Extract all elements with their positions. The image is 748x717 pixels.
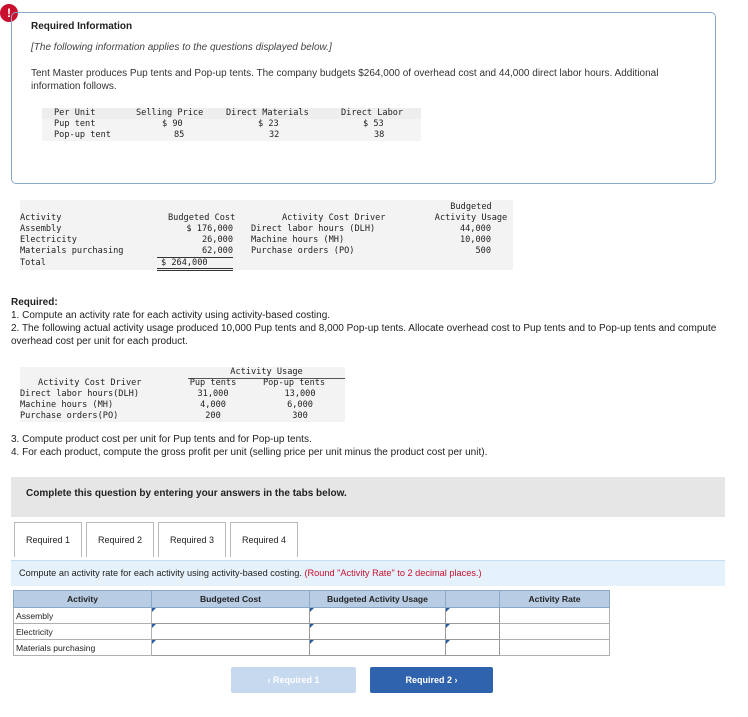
assembly-divider-cell [445,607,500,624]
electricity-activity-rate-output [499,623,610,640]
pup-tents-header: Pup tents [189,378,237,388]
table-row: Assembly [13,607,610,624]
budgeted-cost-column-header: Budgeted Cost [151,590,310,608]
next-required-2-button[interactable]: Required 2 › [370,667,493,693]
activity-column-header: Activity [13,590,152,608]
activity-header: Activity [20,213,62,223]
required-item-2: 2. The following actual activity usage p… [11,323,717,347]
per-unit-header: Per Unit [54,108,96,118]
required-item-1: 1. Compute an activity rate for each act… [11,310,331,321]
complete-question-text: Complete this question by entering your … [26,488,347,499]
table-cell: 62,000 [157,246,233,258]
activity-cost-table: Budgeted Activity Budgeted Cost Activity… [20,200,513,271]
activity-rate-column-header: Activity Rate [499,590,610,608]
table-cell: Pop-up tent [54,130,111,140]
required-heading: Required: [11,297,58,308]
divider-column [445,590,500,608]
direct-materials-header: Direct Materials [226,108,309,118]
pop-up-tents-header: Pop-up tents [263,378,326,388]
table-cell: 31,000 [197,389,229,399]
table-cell: 300 [292,411,308,421]
table-cell: Machine hours (MH) [251,235,345,245]
table-cell: Pup tent [54,119,96,129]
table-row: Electricity [13,623,610,640]
materials-purchasing-activity-rate-output [499,639,610,656]
table-cell: 500 [475,246,491,256]
table-cell: 200 [205,411,221,421]
table-cell: 44,000 [459,224,491,234]
activity-rate-answer-table: Activity Budgeted Cost Budgeted Activity… [13,590,610,656]
table-cell: 26,000 [201,235,233,245]
electricity-divider-cell [445,623,500,640]
activity-cost-driver-header: Activity Cost Driver [38,378,142,388]
direct-labor-header: Direct Labor [341,108,404,118]
assembly-activity-usage-input[interactable] [309,607,446,624]
table-cell: 38 [374,130,385,140]
table-cell: $ 90 [162,119,183,129]
materials-purchasing-divider-cell [445,639,500,656]
materials-purchasing-activity-usage-input[interactable] [309,639,446,656]
table-cell: Direct labor hours(DLH) [20,389,139,399]
activity-label-materials-purchasing: Materials purchasing [13,639,152,656]
activity-usage-table: Activity Usage Activity Cost Driver Pup … [20,367,345,422]
table-cell: Direct labor hours (DLH) [251,224,376,234]
budgeted-cost-header: Budgeted Cost [168,213,236,223]
table-cell: 32 [269,130,280,140]
table-cell: 13,000 [284,389,316,399]
table-cell: $ 176,000 [186,224,233,234]
required-item-3: 3. Compute product cost per unit for Pup… [11,434,312,445]
budgeted-header: Budgeted [450,202,492,212]
required-item-4: 4. For each product, compute the gross p… [11,447,488,458]
table-cell: Electricity [20,235,77,245]
instruction-bar: Compute an activity rate for each activi… [11,560,725,586]
total-label: Total [20,258,46,268]
complete-question-banner: Complete this question by entering your … [11,477,725,517]
table-cell: Machine hours (MH) [20,400,114,410]
required-information-box [11,12,716,184]
tab-required-3[interactable]: Required 3 [158,522,226,557]
electricity-activity-usage-input[interactable] [309,623,446,640]
previous-required-1-button[interactable]: ‹ Required 1 [231,667,356,693]
assembly-activity-rate-output [499,607,610,624]
table-cell: 6,000 [287,400,313,410]
table-cell: Purchase orders(PO) [20,411,119,421]
activity-label-electricity: Electricity [13,623,152,640]
required-section: Required: 1. Compute an activity rate fo… [11,296,721,348]
instruction-rounding-note: (Round "Activity Rate" to 2 decimal plac… [304,568,482,578]
tab-required-1[interactable]: Required 1 [14,522,82,557]
activity-label-assembly: Assembly [13,607,152,624]
activity-cost-driver-header: Activity Cost Driver [282,213,386,223]
info-title: Required Information [31,21,133,32]
tab-required-2[interactable]: Required 2 [86,522,154,557]
info-paragraph: Tent Master produces Pup tents and Pop-u… [31,68,659,92]
table-cell: 85 [174,130,185,140]
table-row: Materials purchasing [13,639,610,656]
table-cell: Materials purchasing [20,246,124,256]
per-unit-table: Per Unit Selling Price Direct Materials … [42,108,421,141]
electricity-budgeted-cost-input[interactable] [151,623,310,640]
tab-required-4[interactable]: Required 4 [230,522,298,557]
selling-price-header: Selling Price [136,108,204,118]
materials-purchasing-budgeted-cost-input[interactable] [151,639,310,656]
table-cell: $ 23 [258,119,279,129]
table-cell: 10,000 [459,235,491,245]
table-cell: Purchase orders (PO) [251,246,355,256]
table-cell: $ 53 [363,119,384,129]
budgeted-activity-usage-column-header: Budgeted Activity Usage [309,590,446,608]
activity-usage-header: Activity Usage [434,213,508,223]
info-italic-note: [The following information applies to th… [31,42,332,53]
required-items-3-4: 3. Compute product cost per unit for Pup… [11,433,711,459]
total-value: $ 264,000 [157,258,233,271]
table-cell: 4,000 [200,400,226,410]
instruction-text: Compute an activity rate for each activi… [19,568,302,578]
assembly-budgeted-cost-input[interactable] [151,607,310,624]
table-cell: Assembly [20,224,62,234]
